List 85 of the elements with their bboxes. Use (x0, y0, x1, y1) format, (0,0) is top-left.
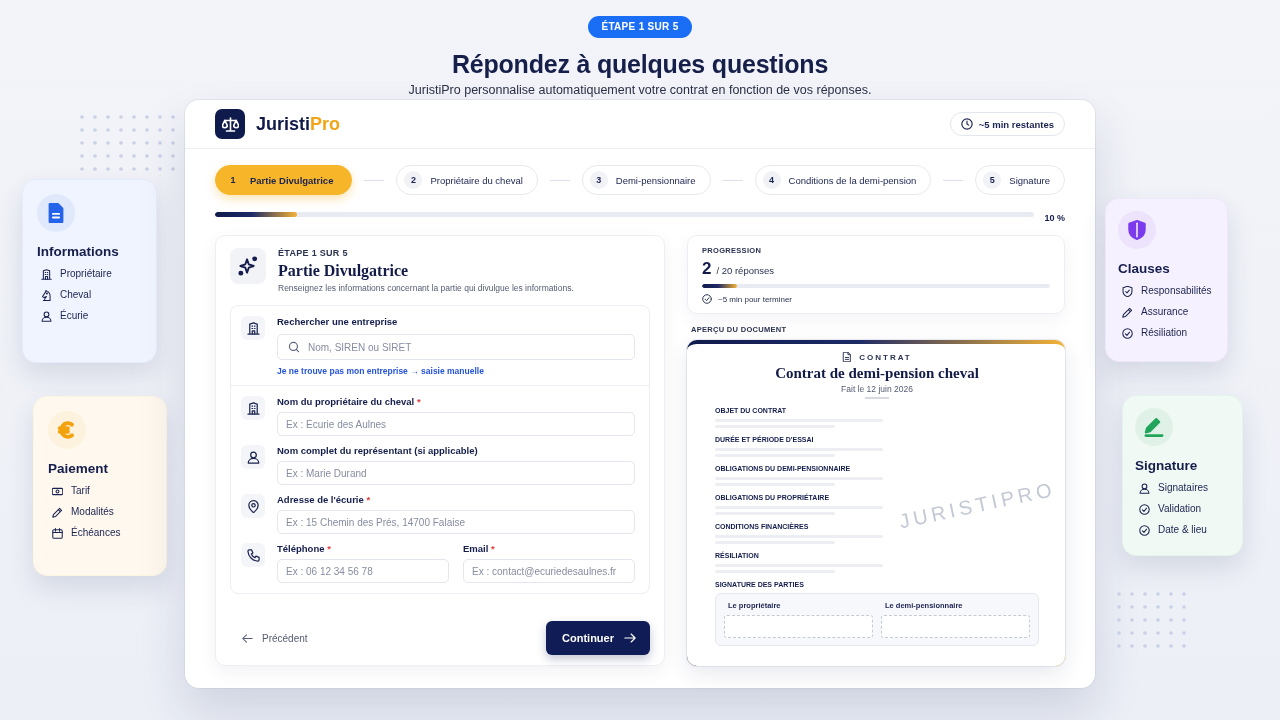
building-icon (241, 316, 265, 340)
pencil-icon (52, 506, 63, 518)
page-subtitle: JuristiPro personnalise automatiquement votre contrat en fonction de vos réponses. (408, 83, 872, 98)
search-field[interactable]: Nom, SIREN ou SIRET (277, 334, 635, 360)
step-tab[interactable]: 2 Propriétaire du cheval (396, 165, 538, 195)
step-tab[interactable]: 1 Partie Divulgatrice (215, 165, 353, 195)
person-icon (41, 310, 52, 322)
card-item: Responsabilités (1141, 285, 1212, 297)
progress-percent: 10 % (1044, 212, 1065, 223)
card-title: Paiement (48, 461, 110, 476)
scales-logo-icon (215, 109, 245, 139)
step-badge: ÉTAPE 1 SUR 5 (588, 16, 692, 38)
step-tab[interactable]: 4 Conditions de la demi-pension (754, 165, 932, 195)
field-label: Nom complet du représentant (si applicable) (277, 445, 479, 457)
step-tab[interactable]: 5 Signature (975, 165, 1065, 195)
text-field[interactable]: Ex : 06 12 34 56 78 (277, 559, 449, 583)
card-title: Signature (1135, 458, 1199, 473)
shield-check-icon (1122, 285, 1133, 297)
card-title: Informations (37, 244, 120, 259)
field-label: Téléphone * (277, 543, 332, 555)
calendar-icon (52, 527, 63, 539)
card-item: Écurie (60, 310, 89, 322)
document-icon (842, 352, 853, 362)
back-button[interactable]: Précédent (238, 628, 312, 648)
field-label: Email * (463, 543, 496, 555)
card-item: Résiliation (1141, 327, 1188, 339)
page-title: Répondez à quelques questions (451, 49, 829, 79)
dot-pattern (1117, 592, 1186, 648)
shield-icon (1118, 211, 1156, 249)
card-title: Clauses (1118, 261, 1171, 276)
form-title: Partie Divulgatrice (278, 261, 410, 280)
card-item: Échéances (71, 527, 121, 539)
clock-icon (960, 118, 973, 130)
euro-icon (48, 411, 86, 449)
field-label: Rechercher une entreprise (277, 316, 399, 328)
step-number: 3 (589, 171, 608, 189)
check-circle-icon (1139, 503, 1150, 515)
card-item: Signataires (1158, 482, 1209, 494)
step-number: 4 (762, 171, 781, 189)
person-icon (241, 445, 265, 469)
pin-icon (241, 494, 265, 518)
building-icon (41, 268, 52, 280)
phone-icon (241, 543, 265, 567)
form-description: Renseignez les informations concernant la partie qui divulgue les informations. (278, 283, 574, 293)
sparkle-icon (230, 248, 266, 284)
step-number: 1 (229, 174, 237, 187)
pencil-icon (1122, 306, 1133, 318)
arrow-left-icon (242, 632, 253, 644)
step-label: ÉTAPE 1 SUR 5 (278, 248, 349, 258)
answer-total: / 20 réponses (716, 265, 775, 276)
document-type: CONTRAT (859, 352, 912, 362)
building-icon (241, 396, 265, 420)
card-item: Tarif (71, 485, 90, 497)
step-number: 2 (404, 171, 423, 189)
check-circle-icon (702, 294, 712, 304)
card-item: Modalités (71, 506, 114, 518)
text-field[interactable]: Ex : Marie Durand (277, 461, 635, 485)
answer-count: 2 (702, 259, 712, 279)
document-icon (37, 194, 75, 232)
horse-head-icon (41, 289, 52, 301)
text-field[interactable]: Ex : 15 Chemin des Prés, 14700 Falaise (277, 510, 635, 534)
field-label: Adresse de l'écurie * (277, 494, 372, 506)
person-icon (1139, 482, 1150, 494)
card-item: Propriétaire (60, 268, 112, 280)
check-circle-icon (1122, 327, 1133, 339)
search-icon (288, 341, 300, 353)
card-item: Validation (1158, 503, 1202, 515)
brand-name: JuristiPro (256, 113, 341, 135)
check-circle-icon (1139, 524, 1150, 536)
continue-button[interactable]: Continuer (546, 621, 650, 655)
manual-entry-link[interactable]: Je ne trouve pas mon entreprise → saisie manuelle (277, 366, 484, 376)
card-item: Date & lieu (1158, 524, 1207, 536)
step-number: 5 (983, 171, 1002, 189)
arrow-right-icon (624, 632, 636, 644)
field-label: Nom du propriétaire du cheval * (277, 396, 422, 408)
document-date: Fait le 12 juin 2026 (840, 384, 914, 394)
document-title: Contrat de demi-pension cheval (774, 365, 980, 382)
text-field[interactable]: Ex : Écurie des Aulnes (277, 412, 635, 436)
banknote-icon (52, 485, 63, 497)
card-item: Cheval (60, 289, 92, 301)
card-item: Assurance (1141, 306, 1189, 318)
time-estimate: ~5 min pour terminer (718, 294, 793, 304)
text-field[interactable]: Ex : contact@ecuriedesaulnes.fr (463, 559, 635, 583)
time-remaining-text: ~5 min restantes (978, 118, 1054, 130)
step-tab[interactable]: 3 Demi-pensionnaire (581, 165, 711, 195)
